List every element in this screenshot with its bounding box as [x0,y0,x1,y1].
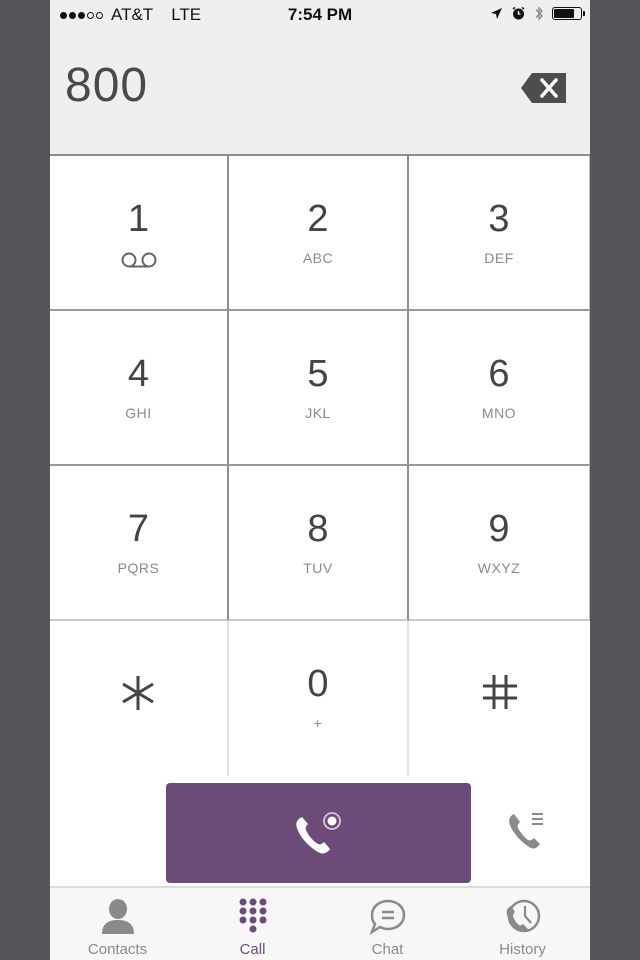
call-button[interactable] [166,783,471,883]
tab-label: Contacts [87,941,148,958]
key-2[interactable]: 2 ABC [229,156,409,311]
key-3[interactable]: 3 DEF [409,156,590,311]
key-6[interactable]: 6 MNO [409,311,590,466]
call-list-button[interactable] [508,810,552,854]
tab-bar: Contacts Call Chat History [50,888,590,960]
clock-phone-icon [506,899,540,933]
key-hash[interactable] [409,621,590,776]
key-digit: 9 [488,508,510,550]
bluetooth-icon [535,6,543,21]
keypad: 1 2 ABC 3 DEF 4 GHI 5 JKL 6 MNO 7 PQRS 8 [50,156,590,776]
chat-bubble-icon [369,899,405,936]
key-letters: DEF [484,250,514,266]
tab-call[interactable]: Call [185,888,320,960]
key-digit: 0 [307,663,329,705]
tab-contacts[interactable]: Contacts [50,888,185,960]
key-letters: ABC [302,250,334,266]
backspace-button[interactable] [520,72,568,104]
phone-screen: AT&T LTE 7:54 PM 800 1 2 ABC 3 DEF 4 GHI… [50,0,590,960]
tab-chat[interactable]: Chat [320,888,455,960]
key-9[interactable]: 9 WXYZ [409,466,590,621]
key-letters: GHI [125,405,152,421]
hash-icon [483,675,517,709]
phone-call-icon [296,812,341,854]
key-letters: JKL [305,405,331,421]
number-display: 800 [50,30,590,156]
tab-label: Call [239,941,266,958]
key-letters: TUV [303,560,333,576]
entered-number[interactable]: 800 [65,58,148,113]
key-star[interactable] [50,621,229,776]
key-8[interactable]: 8 TUV [229,466,409,621]
key-5[interactable]: 5 JKL [229,311,409,466]
tab-label: Chat [371,941,404,958]
asterisk-icon [122,676,154,710]
key-letters: MNO [481,405,517,421]
key-digit: 6 [488,353,510,395]
key-0[interactable]: 0 + [229,621,409,776]
status-bar: AT&T LTE 7:54 PM [50,0,590,30]
key-digit: 1 [127,198,150,240]
person-icon [101,899,134,934]
key-letters: PQRS [117,560,160,576]
key-digit: 4 [127,353,150,395]
keypad-icon [239,898,266,933]
key-digit: 2 [307,198,329,240]
phone-list-icon [509,813,543,849]
battery-icon [552,7,585,20]
tab-label: History [499,941,546,958]
key-letters: WXYZ [477,560,521,576]
key-letters: + [313,715,323,731]
key-digit: 7 [127,508,150,550]
tab-history[interactable]: History [455,888,590,960]
status-right [490,5,585,22]
key-digit: 5 [307,353,329,395]
key-4[interactable]: 4 GHI [50,311,229,466]
key-digit: 3 [488,198,510,240]
key-digit: 8 [307,508,329,550]
location-arrow-icon [491,8,502,19]
backspace-icon [521,73,566,103]
call-actions [50,776,590,888]
voicemail-icon [121,252,156,268]
key-1[interactable]: 1 [50,156,229,311]
key-7[interactable]: 7 PQRS [50,466,229,621]
alarm-icon [512,6,525,20]
